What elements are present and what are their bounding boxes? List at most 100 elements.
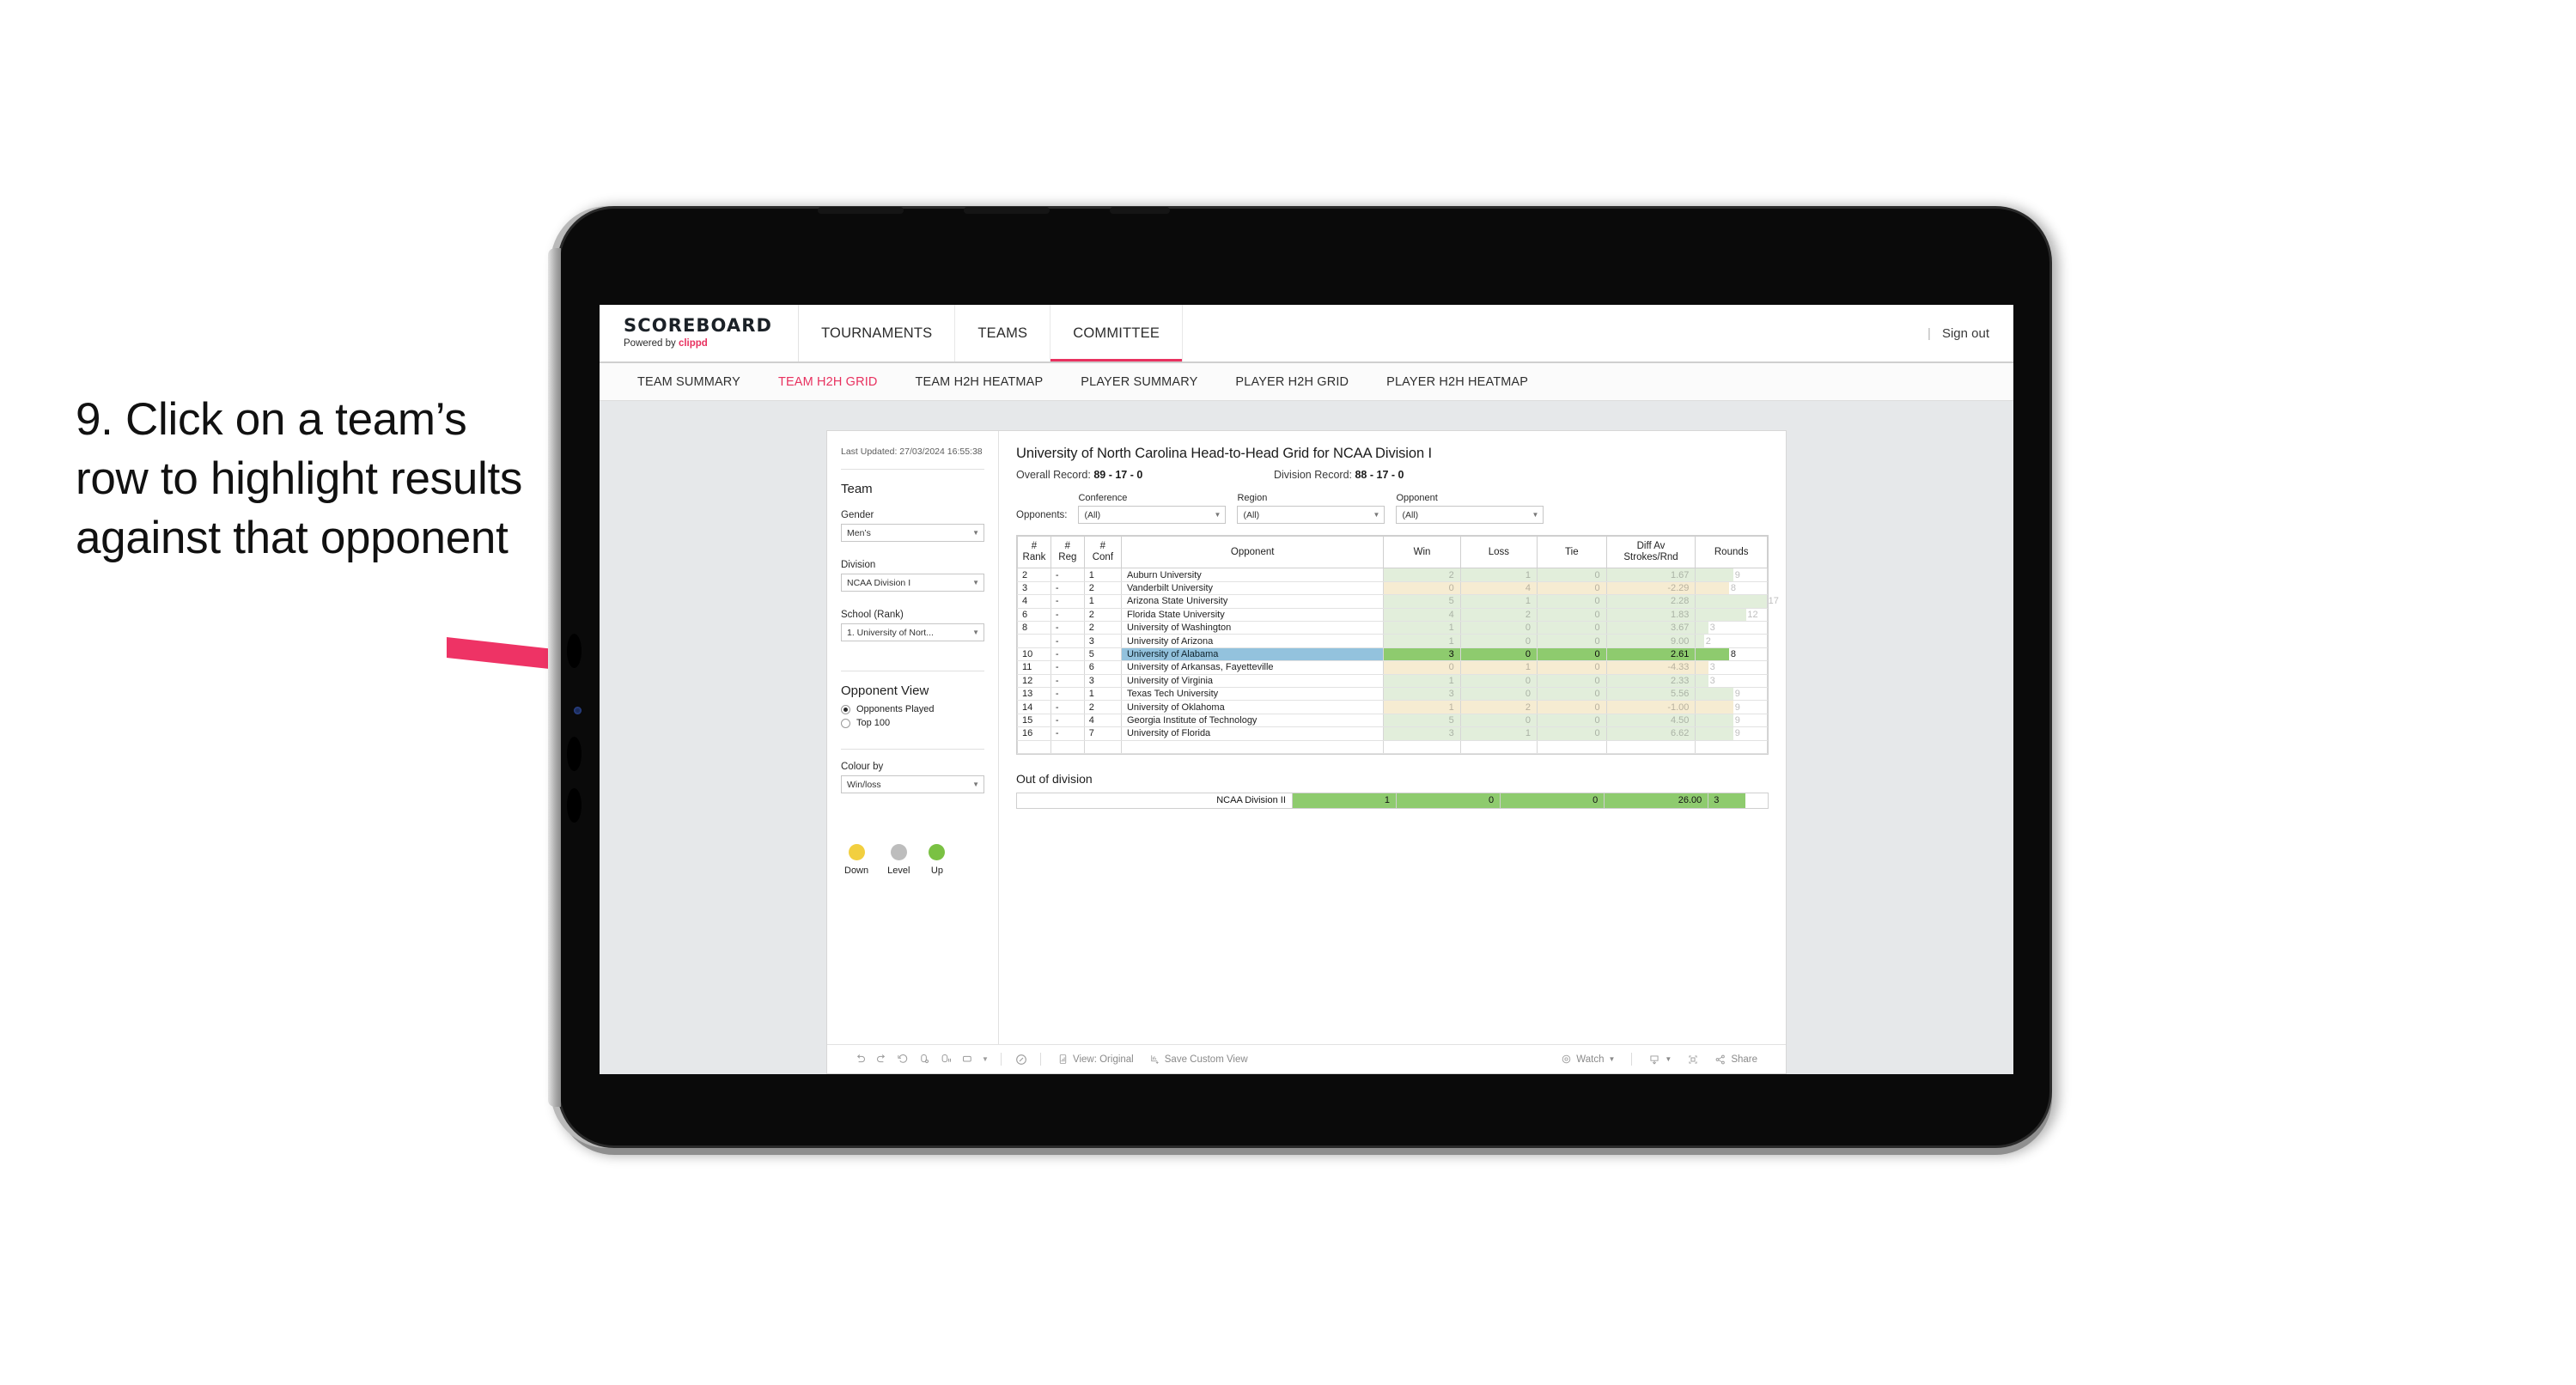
table-row[interactable]: 16-7 University of Florida 3 1 0 6.62 9 bbox=[1017, 726, 1768, 741]
filter-conference-select[interactable]: (All) ▼ bbox=[1078, 506, 1227, 524]
nav-tab-teams[interactable]: TEAMS bbox=[955, 305, 1051, 361]
cell-conf: 7 bbox=[1083, 726, 1122, 741]
cell-tie: 0 bbox=[1537, 581, 1607, 596]
tablet-button-power[interactable] bbox=[567, 788, 582, 823]
radio-top-100[interactable]: Top 100 bbox=[841, 718, 984, 728]
save-custom-view-button[interactable]: Save Custom View bbox=[1142, 1054, 1256, 1065]
watch-button[interactable]: Watch ▼ bbox=[1553, 1054, 1623, 1065]
table-row[interactable]: 6-2 Florida State University 4 2 0 1.83 12 bbox=[1017, 608, 1768, 623]
sign-out-link[interactable]: Sign out bbox=[1942, 326, 1989, 341]
subnav-tab-team-h2h-heatmap[interactable]: TEAM H2H HEATMAP bbox=[897, 375, 1063, 389]
brand-logo[interactable]: SCOREBOARD Powered by clippd bbox=[600, 305, 800, 361]
rounds-value: 2 bbox=[1705, 635, 1711, 647]
cell-win: 1 bbox=[1383, 674, 1461, 688]
chevron-down-icon[interactable]: ▼ bbox=[978, 1050, 992, 1069]
cell-conf: 6 bbox=[1083, 660, 1122, 675]
radio-icon-unselected bbox=[841, 718, 850, 728]
nav-tab-tournaments[interactable]: TOURNAMENTS bbox=[799, 305, 956, 361]
viz-toolbar: ▼ View: Original Save Custom View Watch … bbox=[827, 1044, 1786, 1073]
redo-icon[interactable] bbox=[871, 1050, 892, 1069]
table-row[interactable]: 10-5 University of Alabama 3 0 0 2.61 8 bbox=[1017, 647, 1768, 662]
cell-tie: 0 bbox=[1537, 594, 1607, 609]
subnav-tab-player-summary[interactable]: PLAYER SUMMARY bbox=[1062, 375, 1216, 389]
subnav-tab-player-h2h-heatmap[interactable]: PLAYER H2H HEATMAP bbox=[1367, 375, 1547, 389]
alerts-icon[interactable] bbox=[1010, 1050, 1032, 1069]
ood-diff: 26.00 bbox=[1604, 792, 1709, 809]
col-header-opponent: Opponent bbox=[1120, 535, 1385, 569]
filler-cell bbox=[1017, 740, 1051, 754]
table-row[interactable]: 11-6 University of Arkansas, Fayetteville… bbox=[1017, 660, 1768, 675]
filter-opponent-select[interactable]: (All) ▼ bbox=[1396, 506, 1544, 524]
radio-top-100-label: Top 100 bbox=[856, 718, 891, 729]
cell-tie: 0 bbox=[1537, 687, 1607, 702]
colour-legend: Down Level Up bbox=[841, 844, 984, 876]
filter-division-value: NCAA Division I bbox=[847, 577, 911, 588]
dashboard-icon[interactable] bbox=[957, 1050, 978, 1069]
table-row[interactable]: 4-1 Arizona State University 5 1 0 2.28 17 bbox=[1017, 594, 1779, 609]
filter-school-select[interactable]: 1. University of Nort... ▼ bbox=[841, 623, 984, 642]
cell-loss: 0 bbox=[1459, 647, 1538, 662]
radio-opponents-played[interactable]: Opponents Played bbox=[841, 704, 984, 714]
undo-icon[interactable] bbox=[850, 1050, 871, 1069]
cell-conf: 1 bbox=[1083, 594, 1122, 609]
cell-rank: 10 bbox=[1017, 647, 1051, 662]
filter-gender-select[interactable]: Men’s ▼ bbox=[841, 524, 984, 543]
revert-icon[interactable] bbox=[892, 1050, 914, 1069]
chevron-down-icon: ▼ bbox=[1608, 1055, 1616, 1063]
view-original-button[interactable]: View: Original bbox=[1050, 1054, 1142, 1065]
filter-gender-value: Men’s bbox=[847, 527, 871, 538]
cell-reg: - bbox=[1050, 581, 1085, 596]
tablet-button-volume-down[interactable] bbox=[567, 737, 582, 771]
cell-rank: 2 bbox=[1017, 568, 1051, 582]
filter-colour-by-select[interactable]: Win/loss ▼ bbox=[841, 775, 984, 794]
tablet-left-edge bbox=[548, 248, 561, 1107]
tablet-button-volume-up[interactable] bbox=[567, 634, 582, 668]
col-header-rank-l2: Rank bbox=[1022, 552, 1046, 563]
panel-title-team: Team bbox=[841, 482, 873, 497]
refresh-icon[interactable] bbox=[914, 1050, 935, 1069]
filter-region-value: (All) bbox=[1243, 509, 1260, 520]
filter-region-select[interactable]: (All) ▼ bbox=[1237, 506, 1385, 524]
rounds-value: 9 bbox=[1734, 714, 1740, 726]
ood-win: 1 bbox=[1291, 792, 1398, 809]
cell-reg: - bbox=[1050, 634, 1085, 648]
filter-division-select[interactable]: NCAA Division I ▼ bbox=[841, 574, 984, 592]
cell-loss: 0 bbox=[1459, 687, 1538, 702]
chevron-down-icon: ▼ bbox=[972, 628, 979, 636]
table-row[interactable]: 3-2 Vanderbilt University 0 4 0 -2.29 8 bbox=[1017, 581, 1768, 596]
cell-rounds: 17 bbox=[1695, 594, 1779, 609]
cell-diff: -4.33 bbox=[1605, 660, 1696, 675]
subnav-tab-team-summary[interactable]: TEAM SUMMARY bbox=[618, 375, 759, 389]
division-record-label: Division Record: bbox=[1274, 469, 1355, 481]
cell-reg: - bbox=[1050, 714, 1085, 728]
table-row[interactable]: 2-1 Auburn University 2 1 0 1.67 9 bbox=[1017, 568, 1768, 582]
col-header-rank-l1: # bbox=[1031, 541, 1038, 551]
table-row[interactable]: -3 University of Arizona 1 0 0 9.00 2 bbox=[1017, 634, 1768, 648]
download-button[interactable]: ▼ bbox=[1641, 1054, 1679, 1066]
filter-school-label: School (Rank) bbox=[841, 610, 904, 621]
pause-icon[interactable] bbox=[935, 1050, 957, 1069]
subnav-tab-player-h2h-grid[interactable]: PLAYER H2H GRID bbox=[1216, 375, 1367, 389]
col-header-diff-l1: Diff Av bbox=[1636, 541, 1666, 551]
share-button[interactable]: Share bbox=[1707, 1054, 1765, 1066]
filler-cell bbox=[1083, 740, 1122, 754]
panel-divider bbox=[841, 469, 984, 471]
subnav-tab-team-h2h-grid[interactable]: TEAM H2H GRID bbox=[759, 375, 897, 389]
filler-cell bbox=[1459, 740, 1538, 754]
table-row[interactable]: 13-1 Texas Tech University 3 0 0 5.56 9 bbox=[1017, 687, 1768, 702]
cell-diff: 3.67 bbox=[1605, 621, 1696, 635]
table-row[interactable]: 12-3 University of Virginia 1 0 0 2.33 3 bbox=[1017, 674, 1768, 688]
legend-swatch-level bbox=[890, 844, 907, 861]
col-header-rounds: Rounds bbox=[1695, 535, 1768, 569]
filter-opponent-label: Opponent bbox=[1396, 493, 1438, 503]
cell-reg: - bbox=[1050, 660, 1085, 675]
table-row[interactable]: 15-4 Georgia Institute of Technology 5 0 0 4.… bbox=[1017, 714, 1768, 728]
cell-loss: 1 bbox=[1459, 568, 1538, 582]
fullscreen-button[interactable] bbox=[1679, 1054, 1707, 1066]
cell-win: 1 bbox=[1383, 700, 1461, 714]
top-nav-items: TOURNAMENTS TEAMS COMMITTEE bbox=[799, 305, 1184, 361]
table-row[interactable]: 14-2 University of Oklahoma 1 2 0 -1.00 9 bbox=[1017, 700, 1768, 714]
table-row[interactable]: 8-2 University of Washington 1 0 0 3.67 3 bbox=[1017, 621, 1768, 635]
out-of-division-row[interactable]: NCAA Division II 1 0 0 26.00 3 bbox=[1016, 792, 1769, 809]
nav-tab-committee[interactable]: COMMITTEE bbox=[1050, 305, 1184, 361]
